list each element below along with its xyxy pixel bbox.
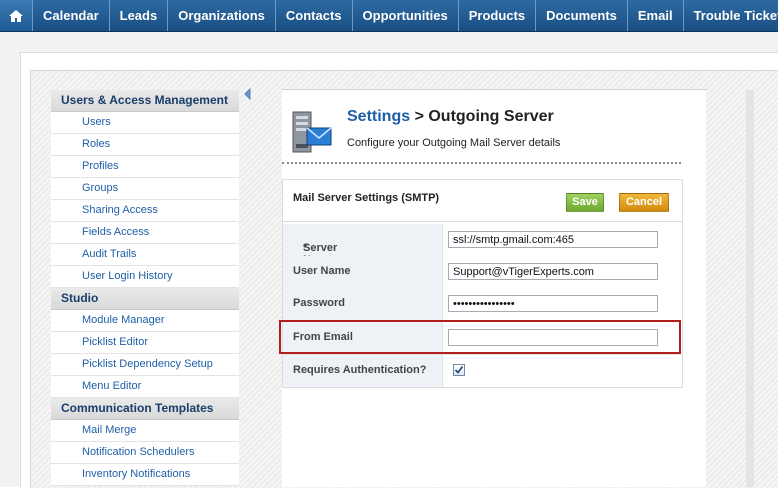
cancel-button[interactable]: Cancel [619,193,669,212]
header-divider [282,162,681,164]
nav-products[interactable]: Products [459,0,537,31]
sidebar-section-users-access: Users & Access Management [51,90,239,112]
breadcrumb-separator: > [410,108,429,125]
smtp-settings-panel: Mail Server Settings (SMTP) Save Cancel … [282,179,683,388]
sidebar-section-communication-templates: Communication Templates [51,398,239,420]
sidebar-item-roles[interactable]: Roles [51,134,239,156]
panel-header: Mail Server Settings (SMTP) Save Cancel [283,180,682,222]
checkmark-icon [454,366,464,374]
sidebar-item-groups[interactable]: Groups [51,178,239,200]
sidebar-item-users[interactable]: Users [51,112,239,134]
settings-breadcrumb-link[interactable]: Settings [347,108,410,125]
save-button[interactable]: Save [566,193,604,212]
nav-trouble-tickets[interactable]: Trouble Tickets [684,0,778,31]
nav-contacts[interactable]: Contacts [276,0,353,31]
home-icon [9,9,23,22]
page-name: Outgoing Server [428,108,554,125]
from-email-label-cell: From Email [283,322,443,354]
from-email-row: From Email [283,322,682,355]
requires-auth-label: Requires Authentication? [293,364,427,376]
requires-auth-label-cell: Requires Authentication? [283,355,443,387]
from-email-input[interactable] [448,329,658,346]
sidebar-item-module-manager[interactable]: Module Manager [51,310,239,332]
server-name-input[interactable] [448,231,658,248]
server-name-row: *Server Name [283,224,682,266]
mail-server-icon [292,111,332,153]
nav-email[interactable]: Email [628,0,684,31]
server-name-label-cell: *Server Name [283,224,443,266]
user-name-label-cell: User Name [283,256,443,288]
sidebar-item-profiles[interactable]: Profiles [51,156,239,178]
sidebar-item-notification-schedulers[interactable]: Notification Schedulers [51,442,239,464]
requires-auth-checkbox[interactable] [453,364,465,376]
page-title: Settings > Outgoing Server [347,108,554,126]
sidebar-section-studio: Studio [51,288,239,310]
nav-documents[interactable]: Documents [536,0,628,31]
sidebar-item-mail-merge[interactable]: Mail Merge [51,420,239,442]
user-name-row: User Name [283,256,682,289]
page-subtitle: Configure your Outgoing Mail Server deta… [347,137,561,149]
user-name-input[interactable] [448,263,658,280]
collapse-sidebar-icon[interactable] [242,88,254,100]
settings-sidebar: Users & Access Management Users Roles Pr… [51,90,239,486]
sidebar-item-audit-trails[interactable]: Audit Trails [51,244,239,266]
password-row: Password [283,288,682,321]
nav-calendar[interactable]: Calendar [33,0,110,31]
nav-organizations[interactable]: Organizations [168,0,276,31]
password-input[interactable] [448,295,658,312]
home-button[interactable] [0,0,33,31]
sidebar-item-sharing-access[interactable]: Sharing Access [51,200,239,222]
password-label: Password [293,297,345,309]
nav-leads[interactable]: Leads [110,0,169,31]
sidebar-item-picklist-dependency[interactable]: Picklist Dependency Setup [51,354,239,376]
sidebar-item-inventory-notifications[interactable]: Inventory Notifications [51,464,239,486]
panel-title: Mail Server Settings (SMTP) [293,192,440,204]
top-nav: Calendar Leads Organizations Contacts Op… [0,0,778,32]
sidebar-item-menu-editor[interactable]: Menu Editor [51,376,239,398]
requires-auth-row: Requires Authentication? [283,355,682,387]
sidebar-item-fields-access[interactable]: Fields Access [51,222,239,244]
nav-opportunities[interactable]: Opportunities [353,0,459,31]
sidebar-item-picklist-editor[interactable]: Picklist Editor [51,332,239,354]
user-name-label: User Name [293,265,351,277]
right-strip [746,90,754,487]
password-label-cell: Password [283,288,443,320]
sidebar-item-user-login-history[interactable]: User Login History [51,266,239,288]
from-email-label: From Email [293,331,353,343]
